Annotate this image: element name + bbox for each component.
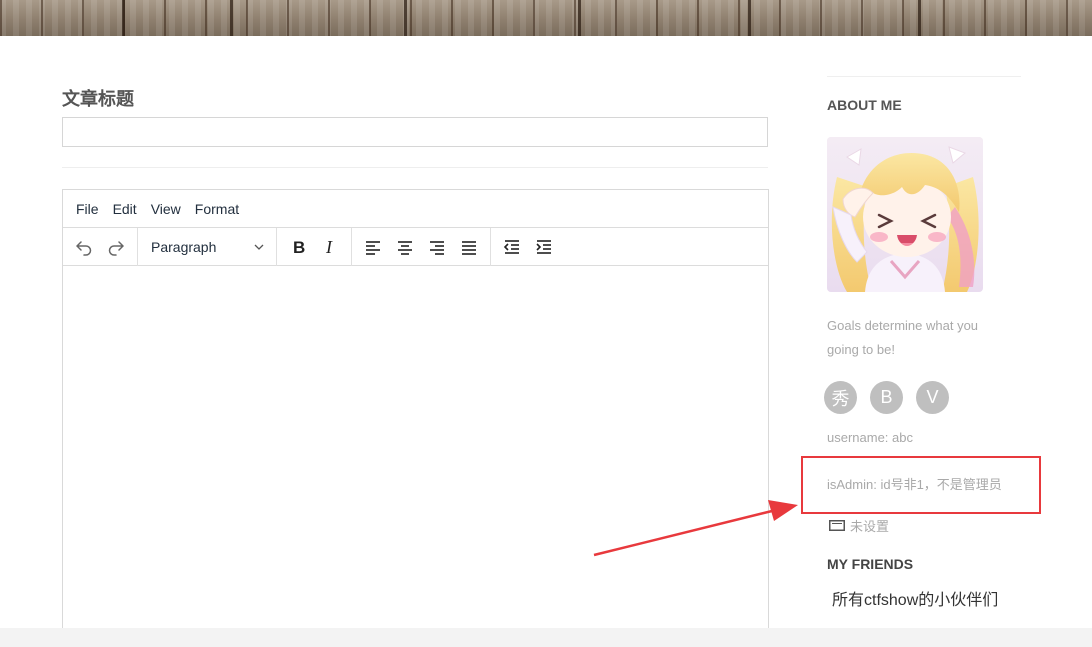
email-row: 未设置 — [829, 516, 889, 535]
social-link-bilibili[interactable]: B — [870, 381, 903, 414]
block-format-select[interactable]: Paragraph — [143, 233, 271, 261]
block-format-group: Paragraph — [138, 227, 277, 266]
banner-plank-divider — [578, 0, 581, 36]
divider — [62, 167, 768, 168]
my-friends-heading: MY FRIENDS — [827, 556, 914, 572]
social-link-v[interactable]: V — [916, 381, 949, 414]
italic-icon[interactable]: I — [316, 233, 344, 261]
avatar — [827, 137, 983, 292]
chevron-down-icon — [254, 244, 264, 250]
rich-text-editor: File Edit View Format Paragraph B I — [62, 189, 769, 639]
username-text: username: abc — [827, 430, 913, 445]
banner-plank-divider — [748, 0, 751, 36]
text-style-group: B I — [277, 227, 352, 266]
article-title-input[interactable] — [62, 117, 768, 147]
outdent-icon[interactable] — [498, 233, 526, 261]
editor-content-area[interactable] — [63, 266, 768, 638]
page-footer-strip — [0, 628, 1092, 647]
align-justify-icon[interactable] — [455, 233, 483, 261]
motto-text: Goals determine what you going to be! — [827, 318, 979, 357]
is-admin-text: isAdmin: id号非1，不是管理员 — [827, 477, 1002, 492]
social-link-xiu[interactable]: 秀 — [824, 381, 857, 414]
annotation-arrow-head — [768, 500, 798, 521]
email-value: 未设置 — [850, 519, 890, 534]
menu-view[interactable]: View — [144, 201, 188, 217]
align-center-icon[interactable] — [391, 233, 419, 261]
indent-group — [491, 228, 565, 266]
social-links: 秀 B V — [824, 381, 962, 414]
about-me-heading: ABOUT ME — [827, 97, 902, 113]
svg-text:I: I — [325, 237, 333, 257]
svg-text:B: B — [293, 238, 305, 257]
menu-edit[interactable]: Edit — [106, 201, 144, 217]
bold-icon[interactable]: B — [284, 233, 312, 261]
editor-toolbar: Paragraph B I — [63, 227, 768, 266]
align-right-icon[interactable] — [423, 233, 451, 261]
editor-menubar: File Edit View Format — [63, 190, 768, 228]
sidebar-divider — [827, 76, 1021, 77]
history-group — [63, 227, 138, 266]
alignment-group — [352, 227, 491, 266]
banner-plank-divider — [404, 0, 407, 36]
indent-icon[interactable] — [530, 233, 558, 261]
friends-link[interactable]: 所有ctfshow的小伙伴们 — [832, 586, 998, 610]
email-icon — [829, 520, 845, 531]
banner-plank-divider — [230, 0, 233, 36]
block-format-value: Paragraph — [151, 238, 217, 255]
anime-avatar-image — [827, 137, 983, 292]
undo-icon[interactable] — [70, 233, 98, 261]
banner-plank-divider — [918, 0, 921, 36]
align-left-icon[interactable] — [359, 233, 387, 261]
banner-plank-divider — [122, 0, 125, 36]
article-title-label: 文章标题 — [62, 89, 134, 109]
menu-format[interactable]: Format — [188, 201, 246, 217]
header-banner — [0, 0, 1092, 36]
menu-file[interactable]: File — [69, 201, 106, 217]
redo-icon[interactable] — [102, 233, 130, 261]
